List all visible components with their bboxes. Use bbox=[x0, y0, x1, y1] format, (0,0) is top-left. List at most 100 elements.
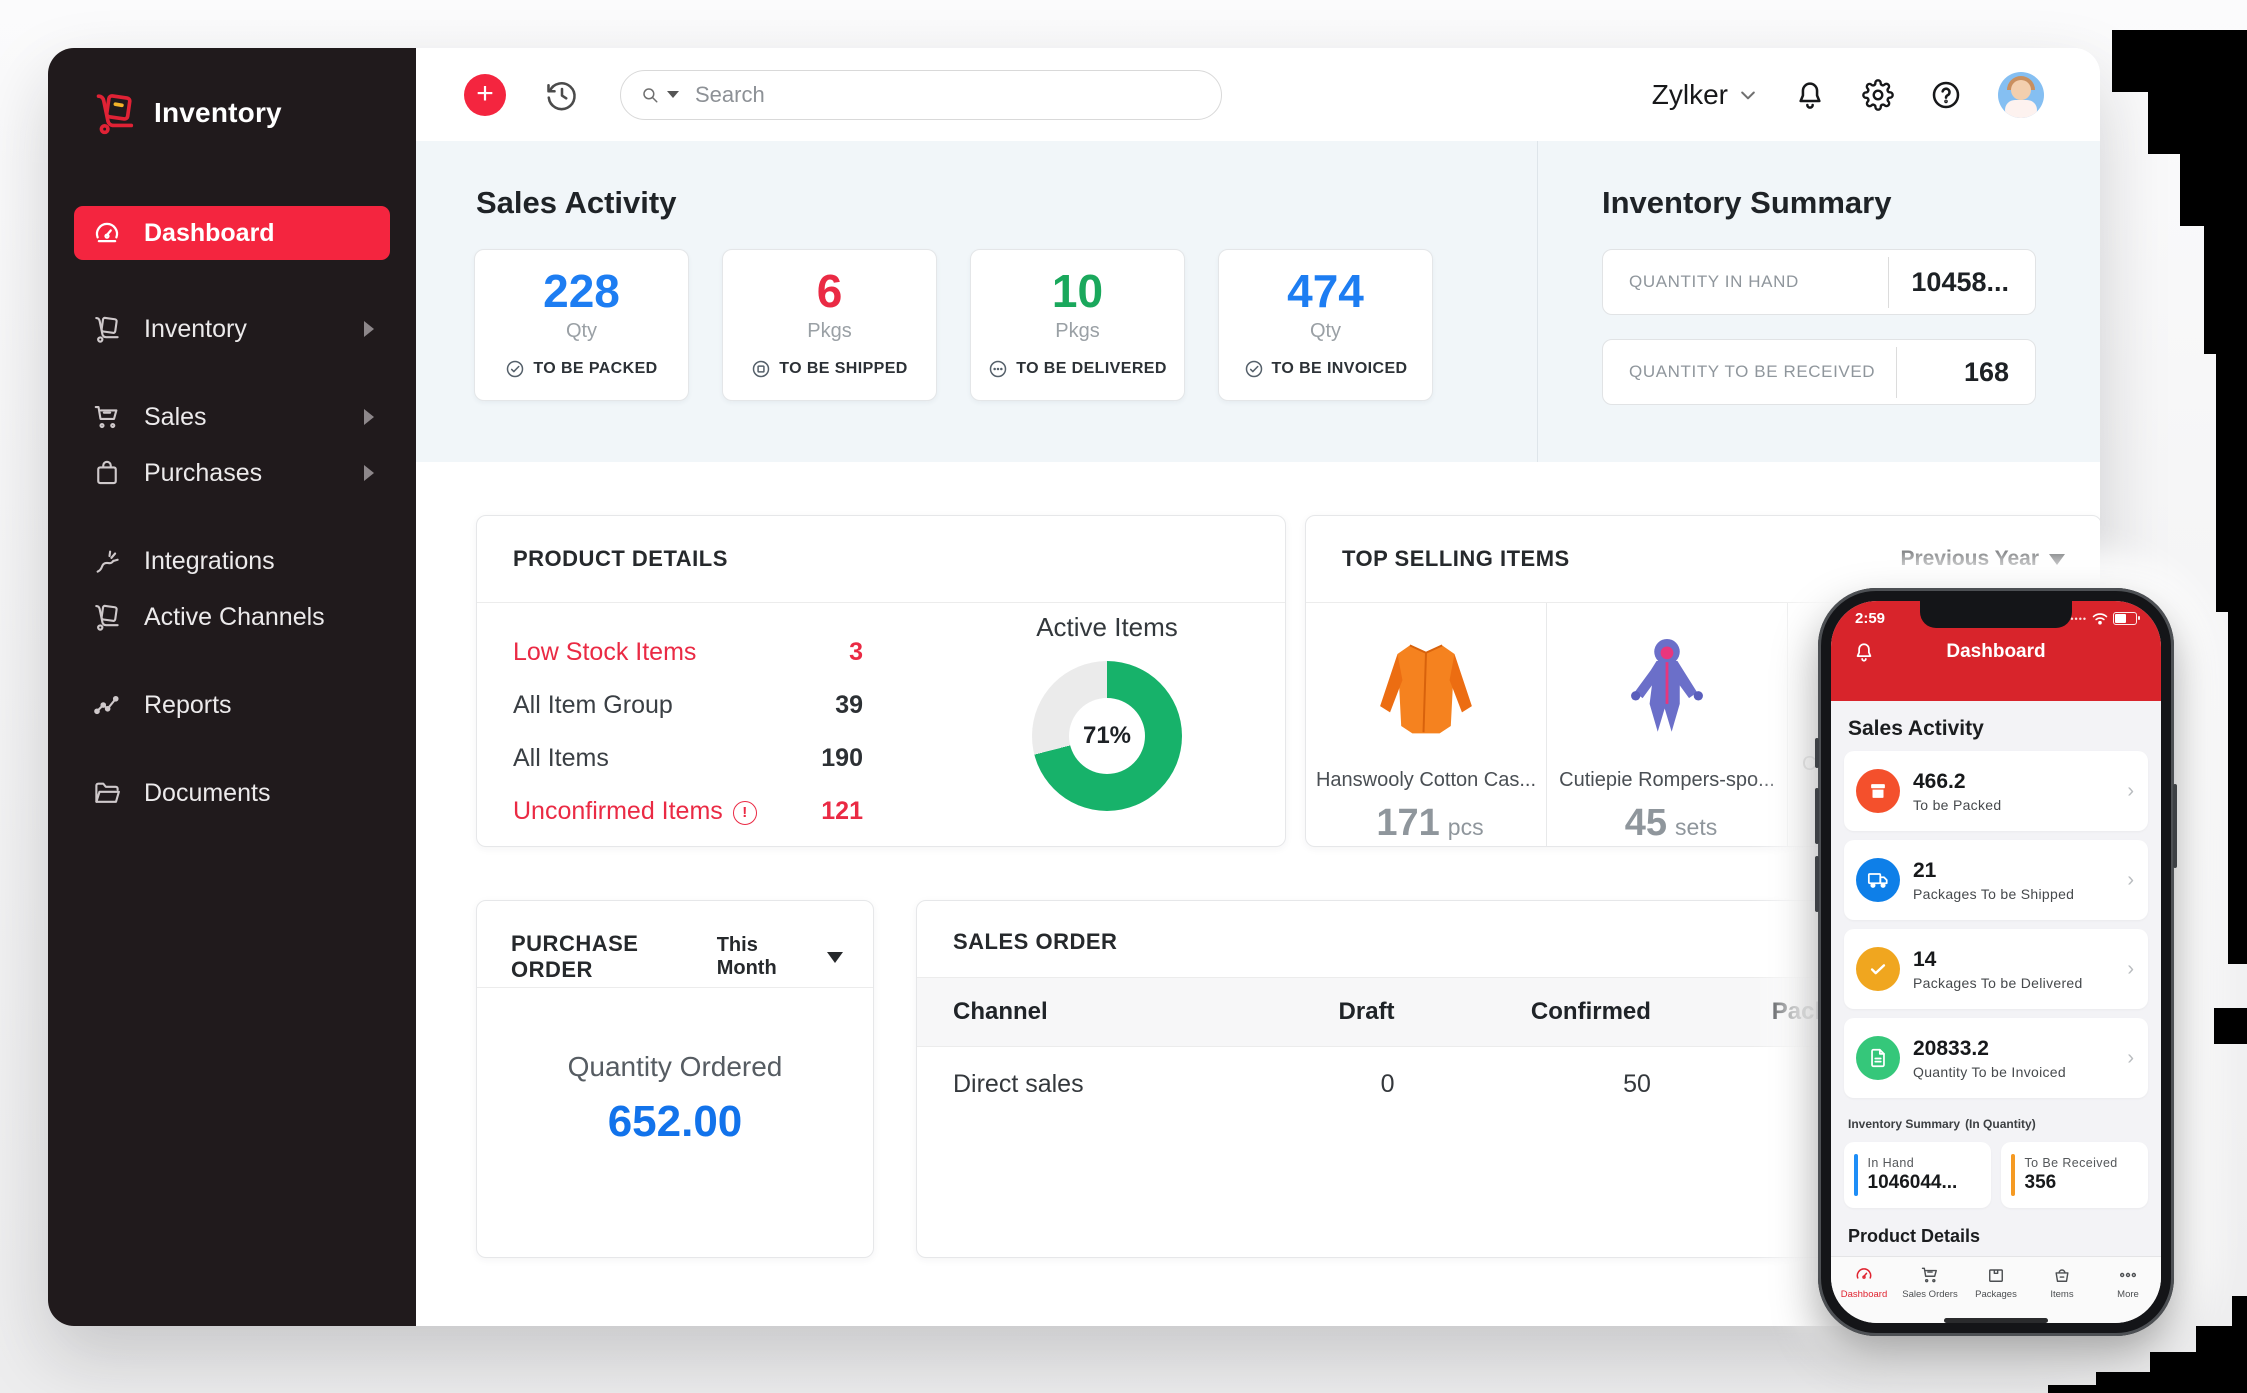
to-be-invoiced-card[interactable]: 474 Qty TO BE INVOICED bbox=[1218, 249, 1433, 401]
card-label: To be Packed bbox=[1913, 797, 2001, 813]
col-confirmed: Confirmed bbox=[1425, 998, 1681, 1026]
sales-activity-cards: 228 Qty TO BE PACKED 6 Pkgs TO BE SHIPPE… bbox=[474, 249, 1433, 401]
product-details-card: PRODUCT DETAILS Low Stock Items 3 All It… bbox=[476, 515, 1286, 847]
phone-to-be-shipped-card[interactable]: 21 Packages To be Shipped › bbox=[1844, 840, 2148, 920]
tab-items[interactable]: Items bbox=[2029, 1265, 2095, 1300]
gear-icon[interactable] bbox=[1862, 79, 1894, 111]
col-draft: Draft bbox=[1251, 998, 1425, 1026]
phone-to-be-packed-card[interactable]: 466.2 To be Packed › bbox=[1844, 751, 2148, 831]
sidebar-item-reports[interactable]: Reports bbox=[74, 678, 390, 732]
sidebar-item-label: Documents bbox=[144, 779, 270, 808]
card-value: 466.2 bbox=[1913, 770, 2001, 794]
period-dropdown[interactable]: This Month bbox=[717, 934, 843, 980]
battery-icon bbox=[2113, 612, 2137, 625]
quick-create-button[interactable]: + bbox=[464, 74, 506, 116]
history-icon[interactable] bbox=[544, 77, 580, 113]
phone-to-be-received-box[interactable]: To Be Received 356 bbox=[2001, 1142, 2148, 1208]
phone-to-be-invoiced-card[interactable]: 20833.2 Quantity To be Invoiced › bbox=[1844, 1018, 2148, 1098]
sidebar-item-label: Dashboard bbox=[144, 219, 275, 248]
to-be-packed-card[interactable]: 228 Qty TO BE PACKED bbox=[474, 249, 689, 401]
metric-label: TO BE PACKED bbox=[533, 360, 657, 378]
sidebar-item-dashboard[interactable]: Dashboard bbox=[74, 206, 390, 260]
help-icon[interactable] bbox=[1930, 79, 1962, 111]
top-item-1[interactable]: Hanswooly Cotton Cas... 171pcs bbox=[1306, 603, 1547, 846]
metric-label: TO BE INVOICED bbox=[1272, 360, 1408, 378]
sidebar-item-sales[interactable]: Sales bbox=[74, 390, 390, 444]
gauge-icon bbox=[92, 218, 122, 248]
search-icon bbox=[641, 85, 659, 105]
home-indicator bbox=[1944, 1318, 2048, 1323]
product-unit: sets bbox=[1675, 814, 1717, 840]
line-chart-icon bbox=[92, 690, 122, 720]
sidebar-item-inventory[interactable]: Inventory bbox=[74, 302, 390, 356]
card-value: 20833.2 bbox=[1913, 1037, 2066, 1061]
sidebar-item-purchases[interactable]: Purchases bbox=[74, 446, 390, 500]
pixel-stair-decoration bbox=[2112, 30, 2247, 92]
active-items-donut: 71% bbox=[1032, 661, 1182, 811]
org-switcher[interactable]: Zylker bbox=[1652, 79, 1758, 111]
low-stock-items-row[interactable]: Low Stock Items 3 bbox=[513, 626, 863, 679]
metric-value: 6 bbox=[817, 264, 843, 318]
divider bbox=[477, 602, 1285, 603]
row-value: 39 bbox=[835, 691, 863, 720]
sidebar-item-integrations[interactable]: Integrations bbox=[74, 534, 390, 588]
card-value: 21 bbox=[1913, 859, 2074, 883]
info-icon[interactable]: ! bbox=[733, 801, 757, 825]
check-circle-icon bbox=[505, 359, 525, 379]
phone-in-hand-box[interactable]: In Hand 1046044... bbox=[1844, 1142, 1991, 1208]
sidebar-item-label: Active Channels bbox=[144, 603, 325, 632]
phone-screen: 2:59 •••• Dashboard Sales Activity bbox=[1831, 601, 2161, 1323]
row-value: 121 bbox=[821, 797, 863, 826]
pixel-stair-decoration bbox=[2204, 226, 2247, 354]
search-bar bbox=[620, 70, 1222, 120]
truck-icon bbox=[1856, 858, 1900, 902]
tab-more[interactable]: More bbox=[2095, 1265, 2161, 1300]
sidebar-item-active-channels[interactable]: Active Channels bbox=[74, 590, 390, 644]
search-input[interactable] bbox=[693, 81, 1201, 109]
unconfirmed-items-row[interactable]: Unconfirmed Items! 121 bbox=[513, 785, 863, 838]
band-divider bbox=[1537, 141, 1538, 462]
card-title: SALES ORDER bbox=[953, 929, 1117, 955]
sidebar-item-label: Sales bbox=[144, 403, 207, 432]
sidebar-item-label: Integrations bbox=[144, 547, 275, 576]
sidebar-item-documents[interactable]: Documents bbox=[74, 766, 390, 820]
user-avatar[interactable] bbox=[1998, 72, 2044, 118]
folder-icon bbox=[92, 778, 122, 808]
product-qty: 45 bbox=[1625, 802, 1667, 844]
quantity-to-be-received-box: QUANTITY TO BE RECEIVED 168 bbox=[1602, 339, 2036, 405]
tab-dashboard[interactable]: Dashboard bbox=[1831, 1265, 1897, 1300]
tab-sales-orders[interactable]: Sales Orders bbox=[1897, 1265, 1963, 1300]
phone-nav-title: Dashboard bbox=[1875, 641, 2117, 663]
phone-header: 2:59 •••• Dashboard bbox=[1831, 601, 2161, 701]
search-scope-caret-icon[interactable] bbox=[667, 91, 679, 98]
phone-time: 2:59 bbox=[1855, 610, 1885, 627]
box-value: 356 bbox=[2025, 1172, 2118, 1194]
bell-icon[interactable] bbox=[1853, 641, 1875, 663]
metric-unit: Qty bbox=[566, 320, 597, 343]
phone-inventory-summary-suffix: (In Quantity) bbox=[1965, 1117, 2036, 1131]
all-items-row[interactable]: All Items 190 bbox=[513, 732, 863, 785]
chevron-right-icon bbox=[364, 465, 374, 481]
bell-icon[interactable] bbox=[1794, 79, 1826, 111]
chevron-right-icon: › bbox=[2127, 869, 2134, 892]
donut-percent: 71% bbox=[1083, 722, 1131, 750]
to-be-shipped-card[interactable]: 6 Pkgs TO BE SHIPPED bbox=[722, 249, 937, 401]
pixel-stair-decoration bbox=[2180, 154, 2247, 226]
all-item-group-row[interactable]: All Item Group 39 bbox=[513, 679, 863, 732]
sales-activity-title: Sales Activity bbox=[476, 185, 676, 221]
card-label: Packages To be Shipped bbox=[1913, 886, 2074, 902]
wifi-icon bbox=[2092, 612, 2108, 625]
accent-bar bbox=[1854, 1154, 1858, 1196]
to-be-delivered-card[interactable]: 10 Pkgs TO BE DELIVERED bbox=[970, 249, 1185, 401]
row-value: 190 bbox=[821, 744, 863, 773]
top-item-2[interactable]: Cutiepie Rompers-spo... 45sets bbox=[1547, 603, 1788, 846]
phone-power-button bbox=[2173, 784, 2177, 868]
phone-sales-activity-title: Sales Activity bbox=[1848, 717, 2148, 741]
row-label: All Item Group bbox=[513, 691, 673, 720]
tab-packages[interactable]: Packages bbox=[1963, 1265, 2029, 1300]
product-name: Hanswooly Cotton Cas... bbox=[1316, 769, 1536, 792]
chevron-right-icon: › bbox=[2127, 1047, 2134, 1070]
pixel-stair-decoration bbox=[2048, 1385, 2247, 1393]
cart-icon bbox=[92, 402, 122, 432]
phone-to-be-delivered-card[interactable]: 14 Packages To be Delivered › bbox=[1844, 929, 2148, 1009]
